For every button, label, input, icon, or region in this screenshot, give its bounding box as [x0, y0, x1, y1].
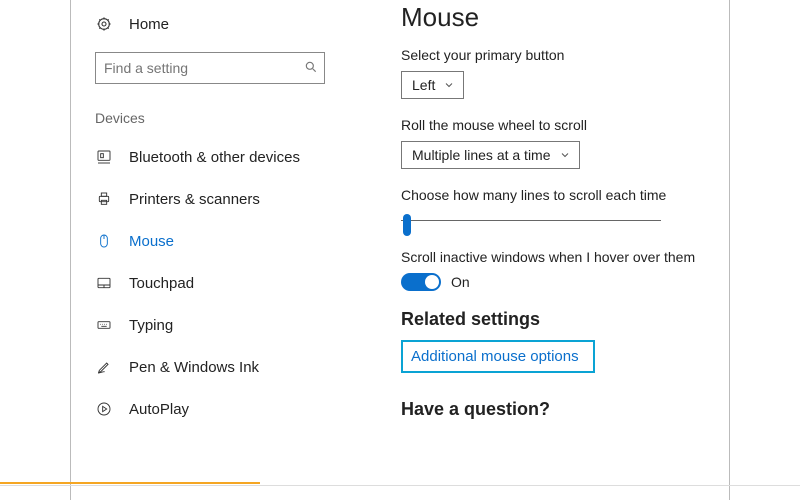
inactive-scroll-label: Scroll inactive windows when I hover ove…: [401, 249, 717, 265]
printer-icon: [95, 191, 113, 207]
pen-icon: [95, 359, 113, 375]
bluetooth-icon: [95, 149, 113, 165]
nav-list: Bluetooth & other devices Printers & sca…: [95, 136, 337, 430]
chevron-down-icon: [559, 149, 571, 161]
search-icon: [304, 60, 318, 77]
devices-group-title: Devices: [95, 110, 337, 126]
related-settings-title: Related settings: [401, 309, 717, 330]
search-input[interactable]: [104, 60, 304, 76]
bottom-separator: [0, 485, 800, 486]
lines-scroll-label: Choose how many lines to scroll each tim…: [401, 187, 717, 203]
keyboard-icon: [95, 317, 113, 333]
home-icon: [95, 16, 113, 32]
sidebar-item-label: Pen & Windows Ink: [129, 359, 259, 376]
chevron-down-icon: [443, 79, 455, 91]
touchpad-icon: [95, 275, 113, 291]
sidebar-item-autoplay[interactable]: AutoPlay: [95, 388, 337, 430]
additional-mouse-options-link[interactable]: Additional mouse options: [401, 340, 595, 373]
sidebar-item-typing[interactable]: Typing: [95, 304, 337, 346]
page-title: Mouse: [401, 2, 717, 33]
orange-accent-bar: [0, 482, 260, 484]
sidebar-item-label: Touchpad: [129, 275, 194, 292]
inactive-scroll-state: On: [451, 274, 470, 290]
slider-track: [401, 220, 661, 221]
mouse-icon: [95, 233, 113, 249]
slider-thumb[interactable]: [403, 214, 411, 236]
sidebar-item-label: AutoPlay: [129, 401, 189, 418]
primary-button-label: Select your primary button: [401, 47, 717, 63]
roll-wheel-label: Roll the mouse wheel to scroll: [401, 117, 717, 133]
sidebar-item-pen[interactable]: Pen & Windows Ink: [95, 346, 337, 388]
sidebar-item-printers[interactable]: Printers & scanners: [95, 178, 337, 220]
home-label: Home: [129, 16, 169, 33]
sidebar-item-label: Mouse: [129, 233, 174, 250]
primary-button-select[interactable]: Left: [401, 71, 464, 99]
search-input-wrap[interactable]: [95, 52, 325, 84]
autoplay-icon: [95, 401, 113, 417]
home-nav[interactable]: Home: [95, 8, 337, 40]
sidebar-item-touchpad[interactable]: Touchpad: [95, 262, 337, 304]
primary-button-value: Left: [412, 77, 435, 93]
roll-wheel-value: Multiple lines at a time: [412, 147, 551, 163]
lines-scroll-slider[interactable]: [401, 211, 661, 231]
inactive-scroll-toggle[interactable]: [401, 273, 441, 291]
sidebar-item-label: Printers & scanners: [129, 191, 260, 208]
sidebar-item-bluetooth[interactable]: Bluetooth & other devices: [95, 136, 337, 178]
sidebar-item-label: Bluetooth & other devices: [129, 149, 300, 166]
have-a-question-title: Have a question?: [401, 399, 717, 420]
sidebar-item-label: Typing: [129, 317, 173, 334]
sidebar-item-mouse[interactable]: Mouse: [95, 220, 337, 262]
roll-wheel-select[interactable]: Multiple lines at a time: [401, 141, 580, 169]
